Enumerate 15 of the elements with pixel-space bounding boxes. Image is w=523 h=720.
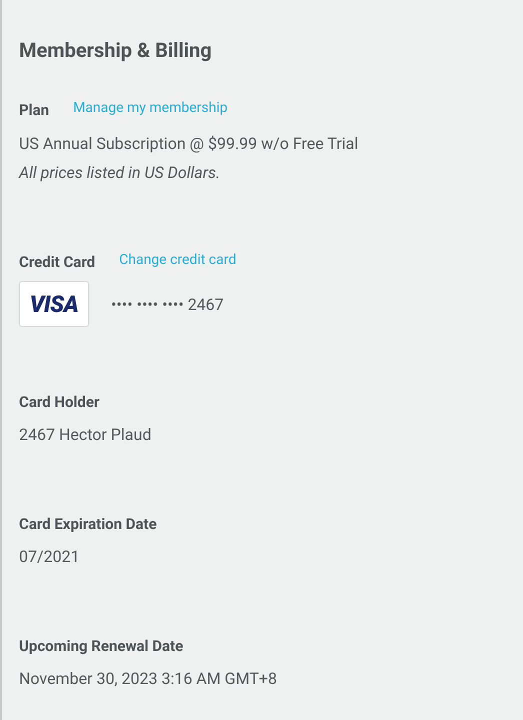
field-label: Card Holder	[19, 392, 100, 412]
field-value: 07/2021	[19, 546, 80, 568]
field-value: 2467 Hector Plaud	[19, 424, 152, 446]
field-label: Upcoming Renewal Date	[19, 636, 184, 656]
card-number: •••• •••• •••• 2467	[111, 294, 224, 314]
field-value: November 30, 2023 3:16 AM GMT+8	[19, 668, 277, 690]
plan-description: US Annual Subscription @ $99.99 w/o Free Trial	[19, 133, 358, 155]
section-label: Plan	[19, 100, 50, 120]
page-title: Membership & Billing	[19, 38, 212, 62]
card-brand-logo: VISA	[19, 281, 89, 327]
price-note: All prices listed in US Dollars.	[19, 162, 220, 184]
link[interactable]: Change credit card	[119, 250, 236, 270]
link[interactable]: Manage my membership	[73, 98, 228, 118]
section-label: Credit Card	[19, 252, 96, 272]
field-label: Card Expiration Date	[19, 514, 157, 534]
